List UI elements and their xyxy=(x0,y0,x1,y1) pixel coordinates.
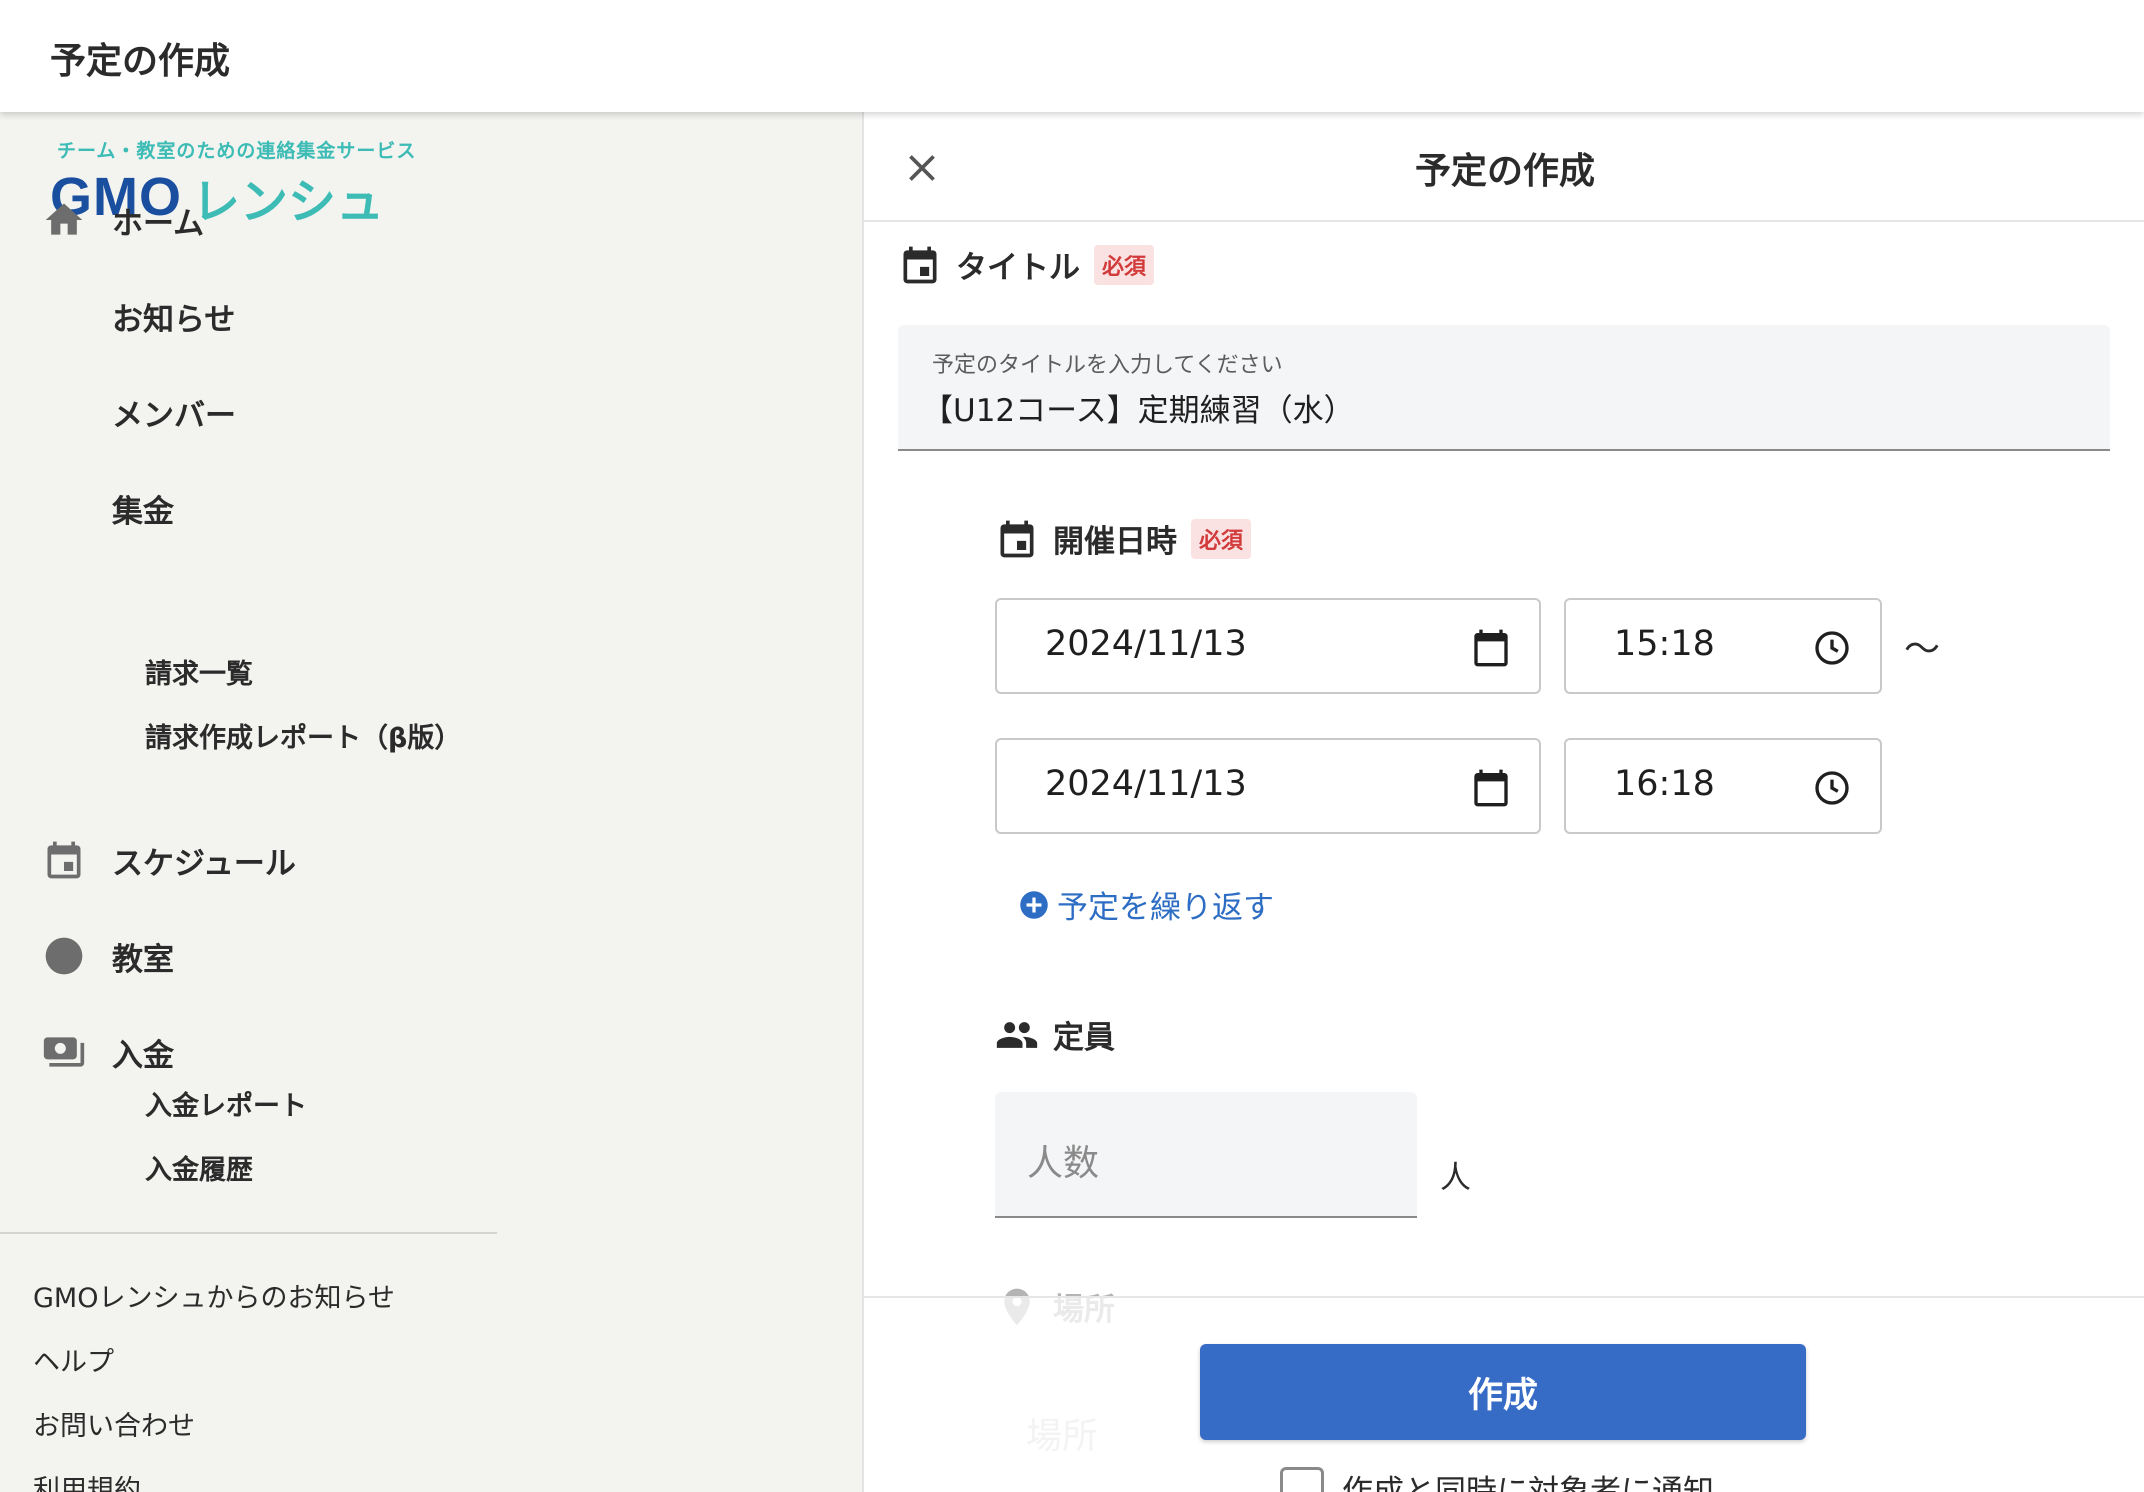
home-icon xyxy=(40,196,88,244)
sidebar-item-label: お知らせ xyxy=(112,301,236,338)
start-time-input[interactable]: 15:18 xyxy=(1564,598,1882,694)
footer-link-news[interactable]: GMOレンシュからのお知らせ xyxy=(33,1276,395,1315)
app-header: 予定の作成 xyxy=(0,0,2144,112)
calendar-picker-icon[interactable] xyxy=(1471,628,1511,668)
sidebar-divider xyxy=(0,1232,497,1234)
sidebar-item-label: 集金 xyxy=(112,493,174,530)
calendar-icon xyxy=(898,243,942,287)
footer-link-terms[interactable]: 利用規約 xyxy=(33,1468,141,1492)
dialog-header: 予定の作成 xyxy=(864,112,2144,222)
people-icon xyxy=(995,1013,1039,1057)
clock-icon[interactable] xyxy=(1812,628,1852,668)
end-time-input[interactable]: 16:18 xyxy=(1564,738,1882,834)
payments-icon xyxy=(40,1028,88,1076)
repeat-event-label: 予定を繰り返す xyxy=(1057,890,1274,926)
start-time-value: 15:18 xyxy=(1614,624,1715,664)
page-title: 予定の作成 xyxy=(50,41,231,82)
clock-icon[interactable] xyxy=(1812,768,1852,808)
logo-tagline: チーム・教室のための連絡集金サービス xyxy=(57,140,417,162)
start-date-value: 2024/11/13 xyxy=(1045,624,1247,664)
sidebar-item-label: 入金 xyxy=(112,1037,174,1074)
capacity-input[interactable]: 人数 xyxy=(995,1092,1417,1218)
calendar-icon xyxy=(40,836,88,884)
required-badge: 必須 xyxy=(1191,518,1252,559)
capacity-unit: 人 xyxy=(1440,1160,1471,1196)
create-button[interactable]: 作成 xyxy=(1200,1344,1806,1440)
section-label-text: 開催日時 xyxy=(1053,524,1177,560)
create-event-dialog: 予定の作成 タイトル 必須 予定のタイトルを入力してください 【U12コース】定… xyxy=(862,112,2144,1492)
capacity-placeholder: 人数 xyxy=(1027,1143,1100,1184)
sidebar-subitem-deposit-report[interactable]: 入金レポート xyxy=(145,1084,307,1123)
sidebar-subitem-invoice-list[interactable]: 請求一覧 xyxy=(145,652,253,691)
dialog-footer: 作成 作成と同時に対象者に通知 xyxy=(864,1296,2144,1492)
logo-brand-kana: レンシュ xyxy=(192,174,385,230)
sidebar-subitem-deposit-history[interactable]: 入金履歴 xyxy=(145,1148,253,1187)
repeat-event-link[interactable]: 予定を繰り返す xyxy=(1019,882,1274,927)
notify-label: 作成と同時に対象者に通知 xyxy=(1342,1474,1714,1492)
calendar-icon xyxy=(995,517,1039,561)
section-label-text: タイトル xyxy=(956,250,1080,286)
notify-on-create[interactable]: 作成と同時に対象者に通知 xyxy=(1280,1466,1714,1492)
required-badge: 必須 xyxy=(1094,244,1155,285)
sidebar-item-label: メンバー xyxy=(112,397,236,434)
event-title-value: 【U12コース】定期練習（水） xyxy=(922,393,1355,429)
start-date-input[interactable]: 2024/11/13 xyxy=(995,598,1541,694)
range-separator: 〜 xyxy=(1904,629,1941,670)
logo[interactable]: GMO レンシュ xyxy=(50,162,384,232)
datetime-section-label: 開催日時 必須 xyxy=(995,516,1252,561)
circle-icon xyxy=(40,932,88,980)
sidebar-item-label: 教室 xyxy=(112,941,174,978)
sidebar: チーム・教室のための連絡集金サービス GMO レンシュ ホーム お知らせ メンバ… xyxy=(0,112,862,1492)
footer-link-contact[interactable]: お問い合わせ xyxy=(33,1404,195,1443)
event-title-field-label: 予定のタイトルを入力してください xyxy=(932,353,1283,378)
capacity-section-label: 定員 xyxy=(995,1012,1115,1057)
end-date-input[interactable]: 2024/11/13 xyxy=(995,738,1541,834)
sidebar-subitem-invoice-report[interactable]: 請求作成レポート（β版） xyxy=(145,716,461,755)
notify-checkbox[interactable] xyxy=(1280,1466,1324,1492)
dialog-title: 予定の作成 xyxy=(1414,151,1595,192)
sidebar-item-label: ホーム xyxy=(112,205,205,242)
end-time-value: 16:18 xyxy=(1614,764,1715,804)
add-circle-icon xyxy=(1019,890,1049,920)
end-date-value: 2024/11/13 xyxy=(1045,764,1247,804)
section-label-text: 定員 xyxy=(1053,1020,1115,1056)
sidebar-item-label: スケジュール xyxy=(112,845,296,882)
calendar-picker-icon[interactable] xyxy=(1471,768,1511,808)
footer-link-help[interactable]: ヘルプ xyxy=(33,1340,114,1379)
event-title-input[interactable]: 予定のタイトルを入力してください 【U12コース】定期練習（水） xyxy=(898,325,2110,451)
title-section-label: タイトル 必須 xyxy=(898,242,1155,287)
